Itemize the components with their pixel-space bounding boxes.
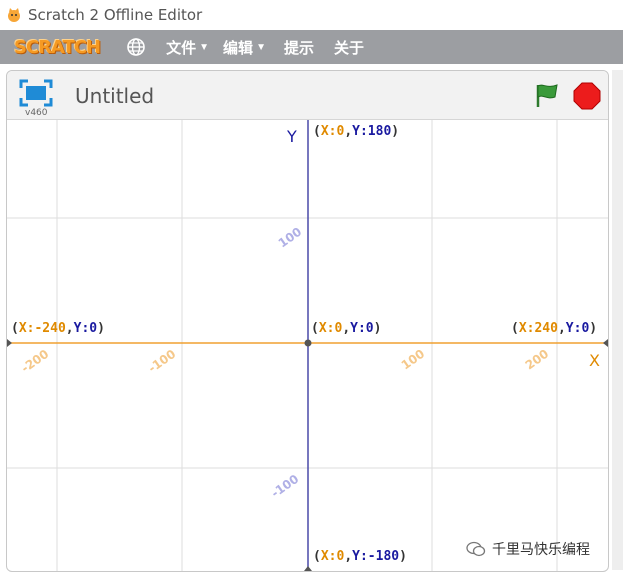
scratch-logo[interactable]: SCRATCH [10, 35, 104, 59]
y-tick-label: -100 [269, 472, 302, 501]
menu-about[interactable]: 关于 [334, 37, 364, 58]
stage-panel: v460 Untitled Y X -200 -100 100 200 100 … [6, 70, 609, 572]
coord-y: Y:0 [73, 321, 98, 336]
menu-edit[interactable]: 编辑 ▼ [223, 37, 266, 58]
watermark: 千里马快乐编程 [466, 539, 590, 559]
menu-file-label: 文件 [166, 39, 197, 57]
stage-header: v460 Untitled [7, 71, 608, 120]
axis-end-left [7, 339, 12, 347]
version-label: v460 [25, 108, 48, 118]
x-tick-label: -200 [19, 347, 52, 376]
x-tick-label: 100 [399, 347, 428, 373]
coord-x: X:240 [518, 321, 558, 336]
window-title: Scratch 2 Offline Editor [28, 6, 203, 24]
menu-file[interactable]: 文件 ▼ [166, 37, 209, 58]
coord-x: X:-240 [18, 321, 66, 336]
green-flag-icon[interactable] [533, 82, 561, 110]
coord-label-bottom: (X:0,Y:-180) [313, 549, 407, 564]
coord-label-center: (X:0,Y:0) [311, 321, 382, 336]
y-tick-label: 100 [276, 225, 305, 251]
coord-label-top: (X:0,Y:180) [313, 124, 400, 139]
coord-x: X:0 [320, 549, 345, 564]
project-title[interactable]: Untitled [75, 84, 154, 108]
globe-icon[interactable] [126, 37, 146, 57]
chevron-down-icon: ▼ [199, 41, 210, 53]
axis-end-bottom [304, 566, 312, 571]
fullscreen-icon[interactable] [19, 79, 53, 107]
coord-label-left: (X:-240,Y:0) [11, 321, 105, 336]
coord-y: Y:0 [565, 321, 590, 336]
stage-canvas[interactable]: Y X -200 -100 100 200 100 -100 (X:0,Y:18… [7, 120, 608, 571]
chevron-down-icon: ▼ [256, 41, 266, 53]
y-axis-letter: Y [286, 127, 297, 146]
watermark-text: 千里马快乐编程 [492, 541, 590, 557]
coord-y: Y:-180 [352, 549, 400, 564]
scratch-cat-icon [8, 8, 20, 22]
menu-bar: SCRATCH 文件 ▼ 编辑 ▼ 提示 关于 [0, 30, 623, 64]
origin-dot [304, 339, 312, 347]
menu-tips-label: 提示 [283, 39, 314, 57]
coord-x: X:0 [320, 124, 345, 139]
menu-edit-label: 编辑 [223, 39, 254, 57]
title-bar: Scratch 2 Offline Editor [0, 0, 623, 30]
menu-tips[interactable]: 提示 [284, 37, 314, 58]
x-tick-label: 200 [523, 347, 552, 373]
wechat-icon [466, 541, 486, 557]
coord-x: X:0 [318, 321, 343, 336]
axis-end-right [603, 339, 608, 347]
coord-y: Y:180 [352, 124, 392, 139]
x-axis-letter: X [589, 351, 600, 370]
stop-sign-icon[interactable] [573, 82, 601, 110]
side-panel-edge [612, 70, 623, 570]
x-tick-label: -100 [146, 347, 179, 376]
coord-y: Y:0 [350, 321, 374, 336]
stage-grid: Y X -200 -100 100 200 100 -100 [7, 120, 608, 571]
coord-label-right: (X:240,Y:0) [511, 321, 598, 336]
menu-about-label: 关于 [333, 39, 364, 57]
